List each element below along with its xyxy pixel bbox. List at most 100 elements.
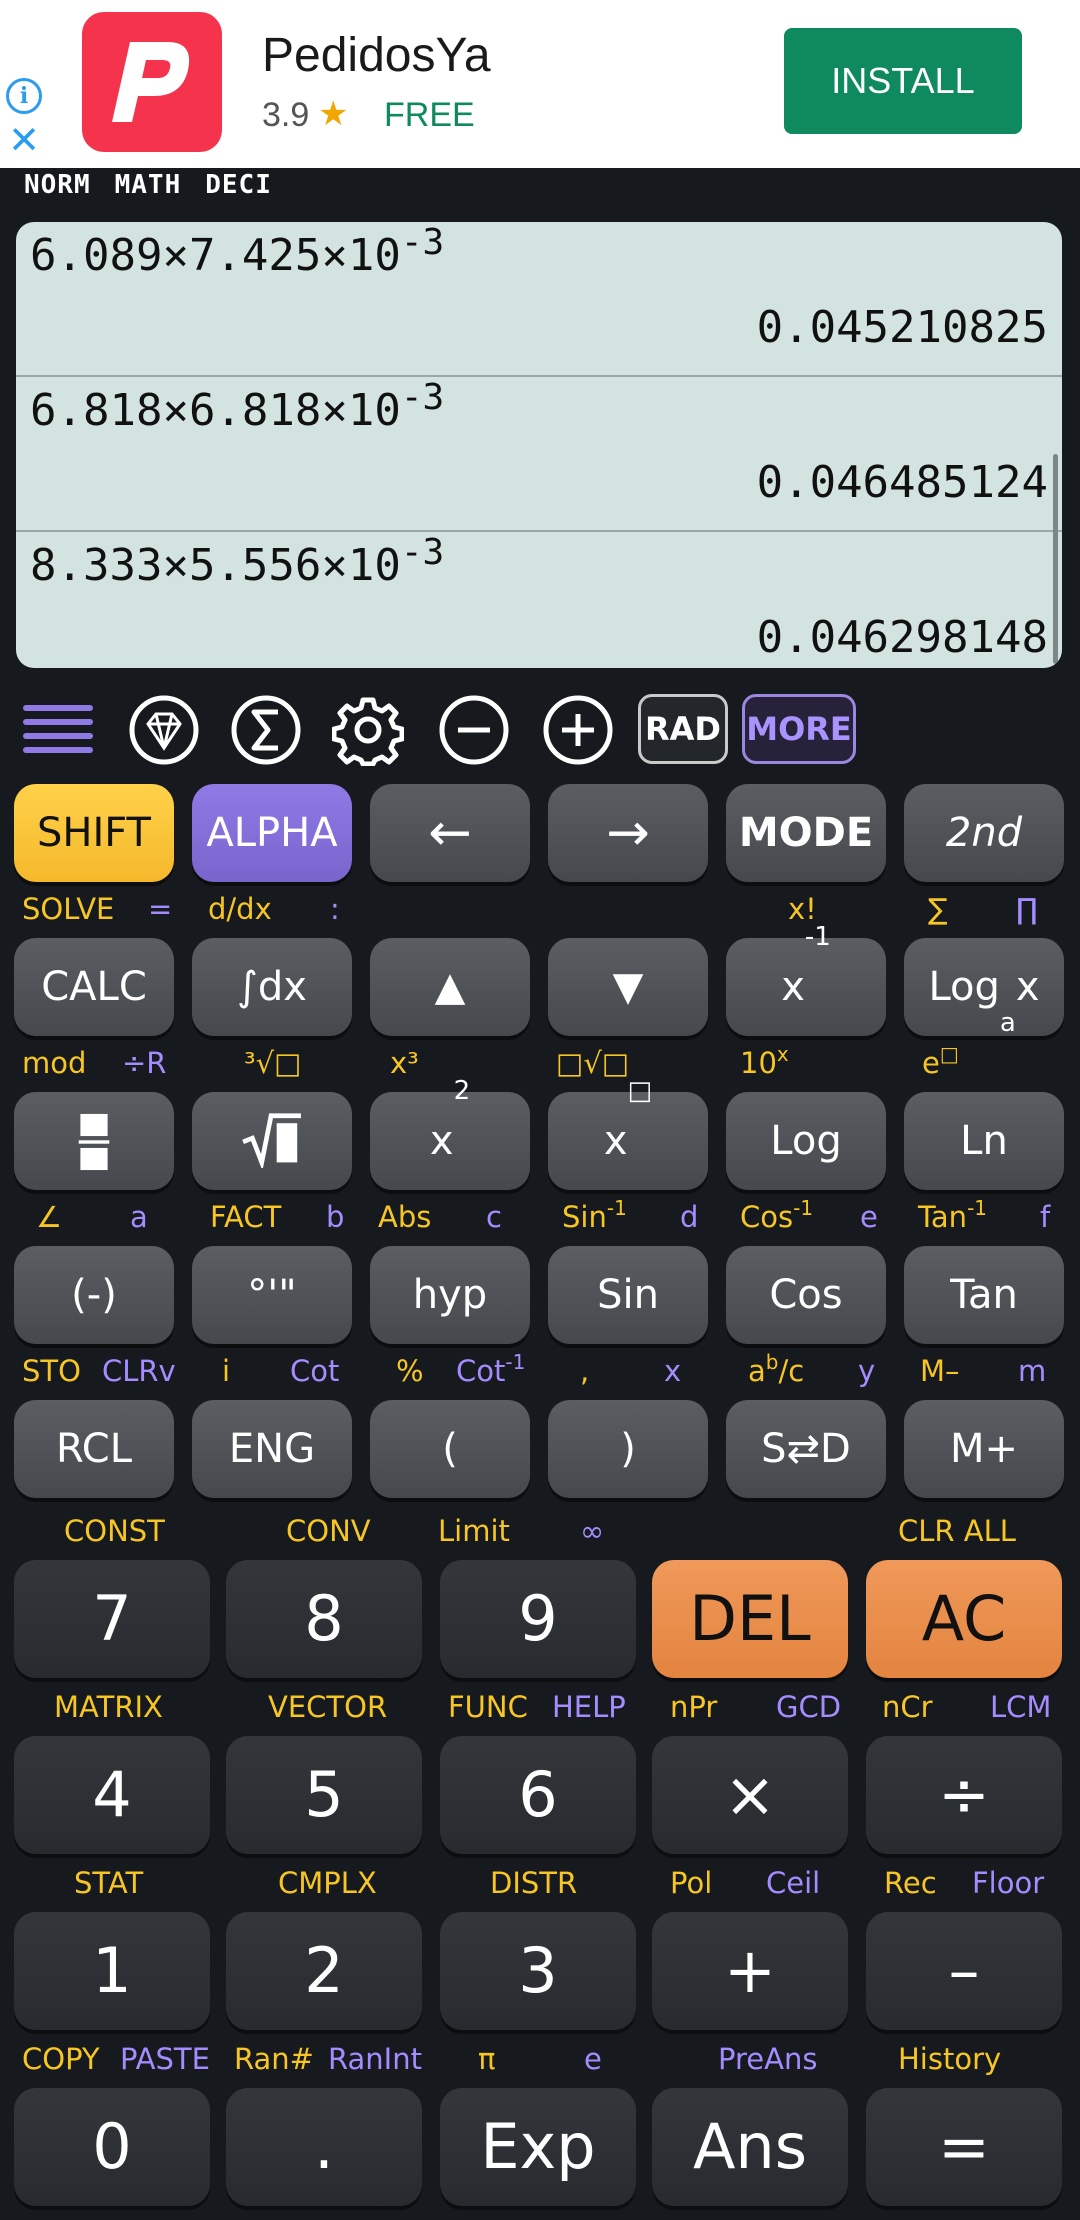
close-paren-key[interactable]: ) bbox=[548, 1400, 708, 1498]
ad-close-icon[interactable]: ✕ bbox=[6, 121, 42, 159]
diamond-icon[interactable] bbox=[128, 694, 200, 766]
digit-1-key[interactable]: 1 bbox=[14, 1912, 210, 2030]
digit-4-key[interactable]: 4 bbox=[14, 1736, 210, 1854]
sin-key[interactable]: Sin bbox=[548, 1246, 708, 1344]
history-expression: 8.333×5.556×10-3 bbox=[30, 532, 445, 591]
hyp-key[interactable]: hyp bbox=[370, 1246, 530, 1344]
label-var-x: x bbox=[664, 1354, 682, 1388]
digit-3-key[interactable]: 3 bbox=[440, 1912, 636, 2030]
cos-key[interactable]: Cos bbox=[726, 1246, 886, 1344]
multiply-key[interactable]: × bbox=[652, 1736, 848, 1854]
label-var-b: b bbox=[326, 1200, 345, 1234]
history-result: 0.046298148 bbox=[756, 612, 1048, 663]
label-distr: DISTR bbox=[490, 1866, 578, 1900]
label-clr-all: CLR ALL bbox=[898, 1514, 1016, 1548]
label-paste: PASTE bbox=[120, 2042, 210, 2076]
alpha-key[interactable]: ALPHA bbox=[192, 784, 352, 882]
s-to-d-key[interactable]: S⇄D bbox=[726, 1400, 886, 1498]
cursor-down-key[interactable]: ▼ bbox=[548, 938, 708, 1036]
tan-key[interactable]: Tan bbox=[904, 1246, 1064, 1344]
label-ncr: nCr bbox=[882, 1690, 933, 1724]
label-abs: Abs bbox=[378, 1200, 432, 1234]
gear-icon[interactable] bbox=[331, 694, 405, 767]
ad-price: FREE bbox=[384, 96, 475, 134]
label-clrv: CLRv bbox=[102, 1354, 176, 1388]
menu-icon[interactable] bbox=[22, 694, 94, 766]
label-ceil: Ceil bbox=[766, 1866, 821, 1900]
ad-info-icon[interactable]: i bbox=[6, 78, 42, 114]
rad-button[interactable]: RAD bbox=[638, 694, 728, 764]
eng-key[interactable]: ENG bbox=[192, 1400, 352, 1498]
integral-key[interactable]: ∫dx bbox=[192, 938, 352, 1036]
digit-0-key[interactable]: 0 bbox=[14, 2088, 210, 2206]
reciprocal-key[interactable]: x-1 bbox=[726, 924, 886, 1036]
status-bar: NORM MATH DECI bbox=[24, 170, 296, 200]
label-cube-root: ³√□ bbox=[244, 1046, 302, 1080]
second-key[interactable]: 2nd bbox=[904, 784, 1064, 882]
ac-key[interactable]: AC bbox=[866, 1560, 1062, 1678]
cursor-right-key[interactable]: → bbox=[548, 784, 708, 882]
label-var-y: y bbox=[858, 1354, 876, 1388]
plus-circle-icon[interactable] bbox=[542, 694, 614, 766]
m-plus-key[interactable]: M+ bbox=[904, 1400, 1064, 1498]
pedidosya-logo[interactable] bbox=[82, 12, 222, 152]
history-entry[interactable]: 6.089×7.425×10-3 0.045210825 bbox=[16, 222, 1062, 377]
shift-key[interactable]: SHIFT bbox=[14, 784, 174, 882]
log-key[interactable]: Log bbox=[726, 1092, 886, 1190]
digit-5-key[interactable]: 5 bbox=[226, 1736, 422, 1854]
cursor-up-key[interactable]: ▲ bbox=[370, 938, 530, 1036]
fraction-icon bbox=[78, 1113, 110, 1171]
calc-key[interactable]: CALC bbox=[14, 938, 174, 1036]
label-help: HELP bbox=[552, 1690, 626, 1724]
degree-key[interactable]: °'" bbox=[192, 1246, 352, 1344]
digit-9-key[interactable]: 9 bbox=[440, 1560, 636, 1678]
power-key[interactable]: x□ bbox=[548, 1078, 708, 1190]
equals-key[interactable]: = bbox=[866, 2088, 1062, 2206]
ans-key[interactable]: Ans bbox=[652, 2088, 848, 2206]
square-key[interactable]: x2 bbox=[370, 1078, 530, 1190]
label-cube: x³ bbox=[390, 1046, 419, 1080]
decimal-point-key[interactable]: . bbox=[226, 2088, 422, 2206]
sqrt-key[interactable] bbox=[192, 1092, 352, 1190]
label-lcm: LCM bbox=[990, 1690, 1052, 1724]
calculator-display[interactable]: 6.089×7.425×10-3 0.045210825 6.818×6.818… bbox=[16, 222, 1062, 668]
cursor-left-key[interactable]: ← bbox=[370, 784, 530, 882]
rcl-key[interactable]: RCL bbox=[14, 1400, 174, 1498]
mode-key[interactable]: MODE bbox=[726, 784, 886, 882]
label-const: CONST bbox=[64, 1514, 165, 1548]
ad-rating: 3.9 bbox=[262, 96, 310, 134]
exp-key[interactable]: Exp bbox=[440, 2088, 636, 2206]
star-icon: ★ bbox=[318, 94, 349, 134]
toolbar: RAD MORE bbox=[0, 688, 1080, 772]
subtract-key[interactable]: – bbox=[866, 1912, 1062, 2030]
label-arccot: Cot-1 bbox=[456, 1350, 526, 1388]
log-base-key[interactable]: Logax bbox=[904, 938, 1064, 1036]
display-scrollbar[interactable] bbox=[1053, 454, 1058, 664]
fraction-key[interactable] bbox=[14, 1092, 174, 1190]
divide-key[interactable]: ÷ bbox=[866, 1736, 1062, 1854]
digit-7-key[interactable]: 7 bbox=[14, 1560, 210, 1678]
minus-circle-icon[interactable] bbox=[438, 694, 510, 766]
label-angle: ∠ bbox=[36, 1200, 62, 1234]
status-deci: DECI bbox=[205, 170, 272, 200]
negative-key[interactable]: (-) bbox=[14, 1246, 174, 1344]
ad-banner[interactable]: i ✕ PedidosYa 3.9 ★ FREE INSTALL bbox=[0, 0, 1080, 168]
add-key[interactable]: + bbox=[652, 1912, 848, 2030]
sigma-icon[interactable] bbox=[230, 694, 302, 766]
label-comma: , bbox=[580, 1354, 590, 1388]
more-button[interactable]: MORE bbox=[742, 694, 856, 764]
label-ranint: RanInt bbox=[328, 2042, 422, 2076]
label-history: History bbox=[898, 2042, 1002, 2076]
install-button[interactable]: INSTALL bbox=[784, 28, 1022, 134]
del-key[interactable]: DEL bbox=[652, 1560, 848, 1678]
history-expression: 6.818×6.818×10-3 bbox=[30, 377, 445, 436]
digit-2-key[interactable]: 2 bbox=[226, 1912, 422, 2030]
open-paren-key[interactable]: ( bbox=[370, 1400, 530, 1498]
label-copy: COPY bbox=[22, 2042, 100, 2076]
digit-6-key[interactable]: 6 bbox=[440, 1736, 636, 1854]
label-imaginary: i bbox=[222, 1354, 231, 1388]
history-entry[interactable]: 6.818×6.818×10-3 0.046485124 bbox=[16, 377, 1062, 532]
digit-8-key[interactable]: 8 bbox=[226, 1560, 422, 1678]
history-entry[interactable]: 8.333×5.556×10-3 0.046298148 bbox=[16, 532, 1062, 668]
ln-key[interactable]: Ln bbox=[904, 1092, 1064, 1190]
